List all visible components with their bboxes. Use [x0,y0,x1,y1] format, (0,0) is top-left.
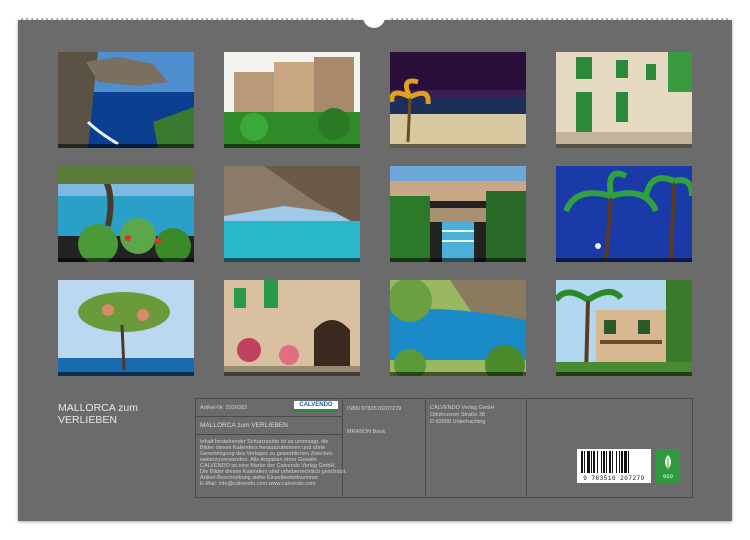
photo-villa-palms [556,280,692,376]
info-divider [526,398,527,496]
photo-turquoise-cove [224,166,360,262]
info-divider [342,398,343,496]
product-title: MALLORCA zum VERLIEBEN [200,422,288,429]
info-divider [196,434,342,435]
author: MRABON Book [347,429,386,435]
calvendo-logo: CALVENDO [294,401,338,412]
publisher-city: D-82008 Unterhaching [430,419,486,425]
leaf-icon [665,455,671,469]
photo-village-doorway [224,280,360,376]
calendar-title-line1: MALLORCA zum [58,402,138,414]
calendar-title-line2: VERLIEBEN [58,414,117,426]
calendar-title: MALLORCA zum VERLIEBEN [58,402,138,426]
info-divider [425,398,426,496]
isbn: ISBN 9783516207279 [347,406,402,412]
photo-coastal-cliffs [58,52,194,148]
photo-green-shutters-street [556,52,692,148]
photo-fountain-garden [390,166,526,262]
eco-label: eco [656,449,680,483]
publisher-street: Ottobrunner Straße 38 [430,412,486,418]
barcode: 9 783516 207279 [577,449,651,483]
photo-bay-green-hills [390,280,526,376]
article-number: Artikel-Nr. 2026383 [200,405,248,411]
photo-palms-night-sky [556,166,692,262]
photo-palm-beach-night [390,52,526,148]
photo-tree-coast [58,280,194,376]
publisher-name: CALVENDO Verlag GmbH [430,405,495,411]
photo-tree-cactus-sea [58,166,194,262]
barcode-digits: 9 783516 207279 [583,475,645,482]
info-divider [196,416,342,417]
photo-stone-village [224,52,360,148]
